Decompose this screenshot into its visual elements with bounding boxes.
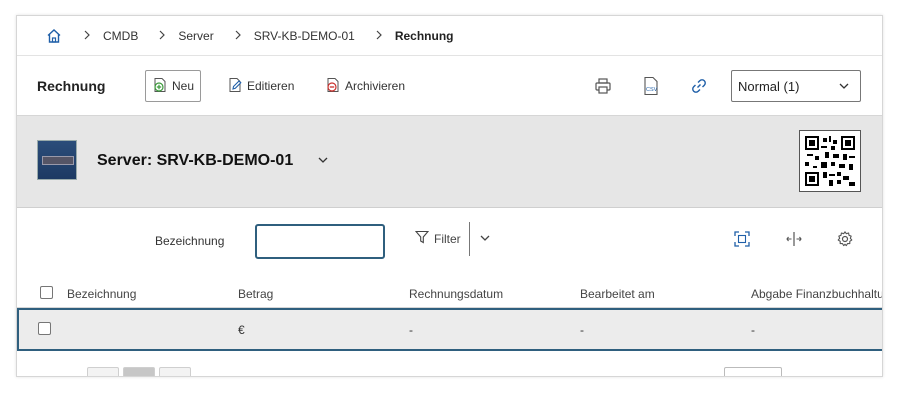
breadcrumb-item-object[interactable]: SRV-KB-DEMO-01 [254, 29, 355, 43]
column-header[interactable]: Betrag [238, 287, 273, 301]
csv-export-icon[interactable]: CSV [639, 74, 663, 98]
column-header[interactable]: Abgabe Finanzbuchhaltung [751, 287, 882, 301]
pagination-next-button[interactable] [159, 367, 191, 376]
table-header: Bezeichnung Betrag Rechnungsdatum Bearbe… [17, 272, 882, 308]
view-select[interactable]: Normal (1) [731, 70, 861, 102]
cell-betrag: € [238, 323, 245, 337]
edit-button[interactable]: Editieren [221, 70, 300, 102]
page-title: Rechnung [37, 78, 106, 94]
column-header[interactable]: Bezeichnung [67, 287, 136, 301]
pagination-page-button[interactable] [123, 367, 155, 376]
toolbar: Rechnung Neu Editieren Archivieren CSV N… [17, 56, 882, 116]
cell-bearbeitet-am: - [580, 323, 584, 337]
new-button[interactable]: Neu [145, 70, 202, 102]
server-image [37, 140, 77, 180]
object-title: Server: SRV-KB-DEMO-01 [97, 152, 294, 169]
divider [469, 222, 470, 256]
chevron-right-icon [234, 29, 242, 43]
archive-button[interactable]: Archivieren [319, 70, 411, 102]
chevron-right-icon [158, 29, 166, 43]
breadcrumb-current: Rechnung [394, 28, 454, 43]
column-header[interactable]: Rechnungsdatum [409, 287, 503, 301]
filter-bar: Bezeichnung Filter [17, 208, 882, 272]
qr-code-icon[interactable] [799, 130, 861, 192]
filter-icon [414, 230, 430, 247]
home-icon[interactable] [45, 27, 63, 45]
edit-icon [227, 77, 243, 96]
fullscreen-icon[interactable] [731, 228, 753, 250]
edit-button-label: Editieren [247, 79, 295, 93]
pagination-prev-button[interactable] [87, 367, 119, 376]
archive-button-label: Archivieren [345, 79, 406, 93]
column-header[interactable]: Bearbeitet am [580, 287, 655, 301]
column-resize-icon[interactable] [783, 228, 805, 250]
link-icon[interactable] [687, 74, 711, 98]
breadcrumb-item-cmdb[interactable]: CMDB [103, 29, 138, 43]
add-icon [152, 77, 168, 96]
page-size-select[interactable] [724, 367, 782, 376]
chevron-right-icon [83, 29, 91, 43]
chevron-down-icon [838, 80, 850, 95]
cell-abgabe-finanzbuchhaltung: - [751, 323, 755, 337]
cell-rechnungsdatum: - [409, 323, 413, 337]
select-all-checkbox[interactable] [40, 286, 53, 299]
object-header: Server: SRV-KB-DEMO-01 [17, 116, 882, 208]
filter-field-label: Bezeichnung [155, 234, 225, 248]
print-icon[interactable] [591, 74, 615, 98]
breadcrumb: CMDB Server SRV-KB-DEMO-01 Rechnung [17, 16, 882, 56]
new-button-label: Neu [172, 79, 195, 93]
row-checkbox[interactable] [38, 322, 51, 335]
svg-text:CSV: CSV [646, 87, 658, 93]
filter-input[interactable] [255, 224, 385, 259]
breadcrumb-item-server[interactable]: Server [178, 29, 213, 43]
chevron-down-icon[interactable] [317, 154, 329, 169]
chevron-right-icon [375, 29, 383, 43]
table-row[interactable]: € - - - [17, 308, 882, 351]
app-window: CMDB Server SRV-KB-DEMO-01 Rechnung Rech… [16, 15, 883, 377]
archive-icon [325, 77, 341, 96]
filter-button-label: Filter [434, 231, 461, 246]
chevron-down-icon[interactable] [479, 232, 491, 247]
view-select-value: Normal (1) [738, 78, 800, 94]
filter-button[interactable]: Filter [414, 230, 461, 247]
settings-icon[interactable] [834, 228, 856, 250]
